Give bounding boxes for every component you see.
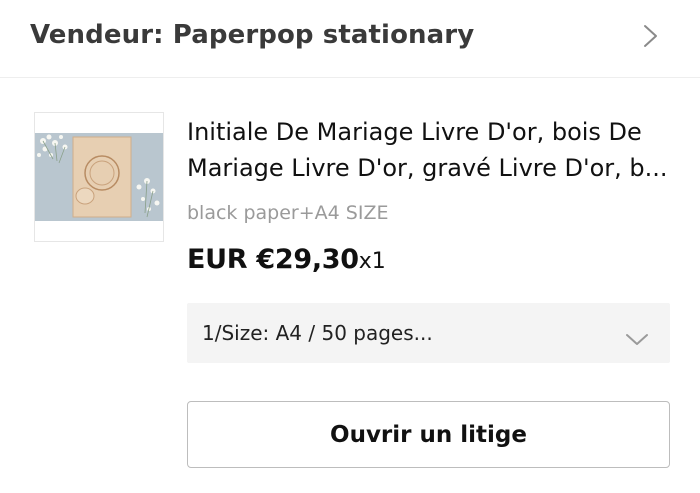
seller-name[interactable]: Vendeur: Paperpop stationary xyxy=(30,17,474,53)
seller-header[interactable]: Vendeur: Paperpop stationary xyxy=(0,0,700,78)
price-row: EUR €29,30x1 xyxy=(187,241,386,282)
chevron-right-icon[interactable] xyxy=(640,24,660,48)
open-dispute-label: Ouvrir un litige xyxy=(330,421,527,448)
open-dispute-button[interactable]: Ouvrir un litige xyxy=(187,401,670,468)
product-thumbnail[interactable] xyxy=(34,112,164,242)
size-select[interactable]: 1/Size: A4 / 50 pages... xyxy=(187,303,670,363)
product-price: EUR €29,30 xyxy=(187,244,359,275)
size-select-value: 1/Size: A4 / 50 pages... xyxy=(202,321,433,345)
product-variant: black paper+A4 SIZE xyxy=(187,202,389,224)
product-quantity: x1 xyxy=(358,249,386,274)
chevron-down-icon xyxy=(626,334,648,345)
product-title[interactable]: Initiale De Mariage Livre D'or, bois De … xyxy=(187,114,677,186)
